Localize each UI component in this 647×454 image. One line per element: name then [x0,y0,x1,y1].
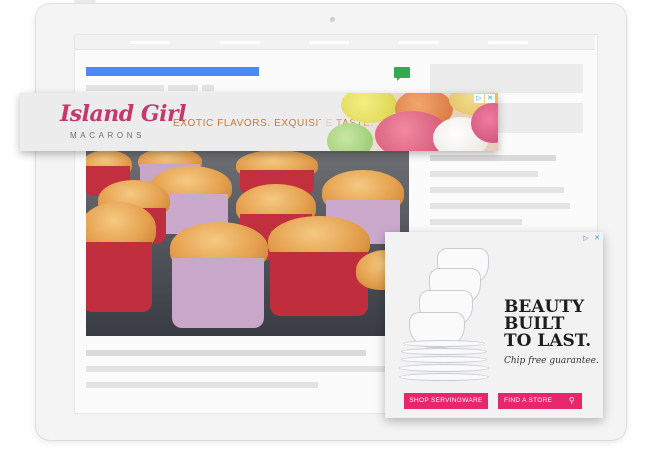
sidebar-text-placeholder [430,187,564,193]
nav-item-placeholder[interactable] [309,41,349,44]
article-text-placeholder [86,350,366,356]
nav-item-placeholder[interactable] [399,41,439,44]
article-text-placeholder [86,382,318,388]
close-icon[interactable]: ✕ [485,94,495,103]
article-headline-placeholder[interactable] [86,67,259,76]
leaderboard-ad-macarons[interactable]: Island Girl MACARONS EXOTIC FLAVORS. EXQ… [20,93,498,151]
sidebar-block-placeholder [430,64,583,93]
sidebar-text-placeholder [430,171,538,177]
ad-subline: Chip free guarantee. [504,356,599,366]
search-icon: ⚲ [568,396,575,405]
comment-icon-tail [397,77,401,81]
close-icon[interactable]: ✕ [592,234,602,243]
rectangle-ad-servingware[interactable]: ▷ ✕ BEAUTY BUILT TO LAST. Chip free guar… [385,232,603,418]
nav-item-placeholder[interactable] [488,41,528,44]
adchoices-icon[interactable]: ▷ [581,234,591,243]
adchoices-icon[interactable]: ▷ [474,94,484,103]
sidebar-text-placeholder [430,219,522,225]
shop-servingware-button[interactable]: SHOP SERVINGWARE [404,393,488,409]
ad-brand-logo: Island Girl [60,101,186,127]
device-top-edge [74,0,96,3]
byline-placeholder [202,85,214,91]
ad-brand-subtitle: MACARONS [70,131,146,140]
article-photo-cupcakes [86,150,409,336]
find-a-store-button[interactable]: FIND A STORE ⚲ [498,393,582,409]
sidebar-text-placeholder [430,203,570,209]
byline-placeholder [168,85,198,91]
article-text-placeholder [86,366,386,372]
ad-headline: BEAUTY BUILT TO LAST. [504,299,599,350]
ad-headline-line: TO LAST. [504,331,592,351]
sidebar-text-placeholder [430,155,556,161]
byline-placeholder [86,85,164,91]
find-a-store-label: FIND A STORE [504,397,553,404]
nav-item-placeholder[interactable] [220,41,260,44]
cups-image [393,242,501,382]
camera-icon [330,17,335,22]
nav-item-placeholder[interactable] [130,41,170,44]
macarons-image [321,93,498,151]
